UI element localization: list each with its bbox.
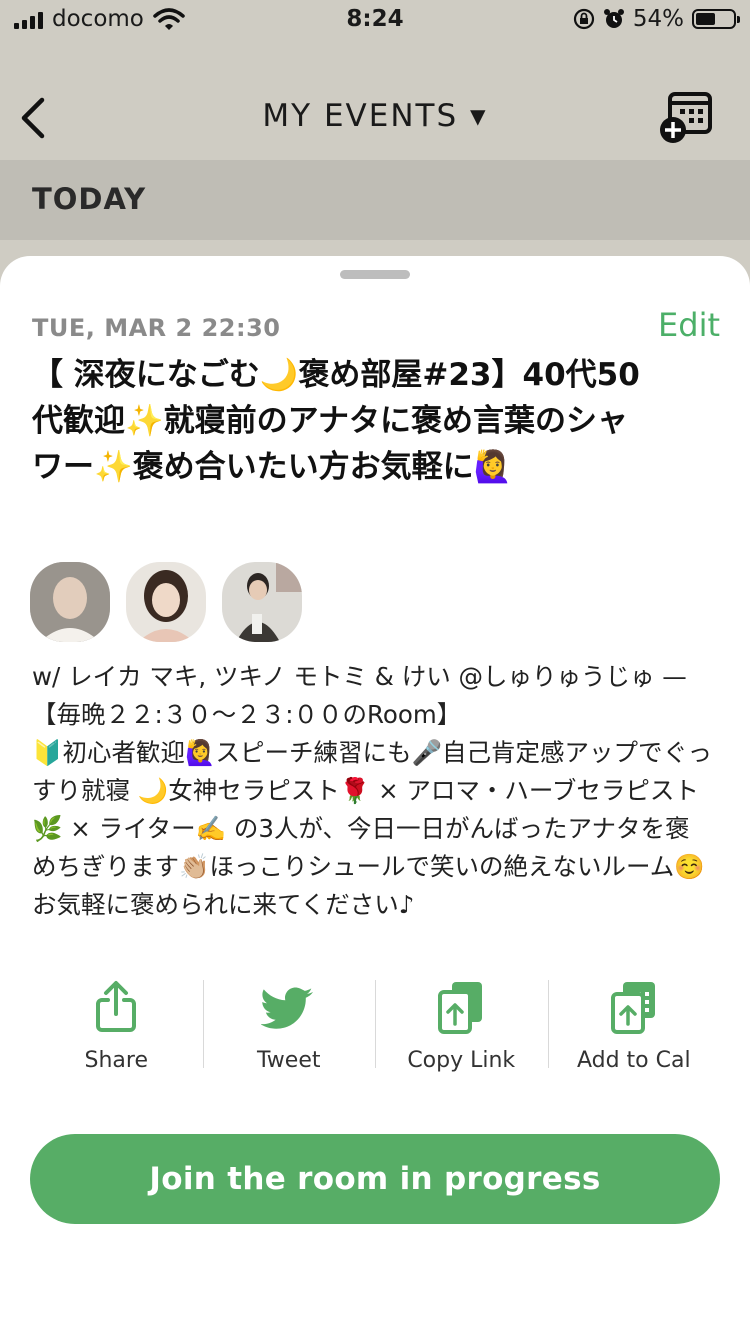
event-date: TUE, MAR 2 22:30 — [32, 314, 281, 342]
avatar[interactable] — [126, 562, 206, 642]
section-header-today: TODAY — [0, 160, 750, 240]
join-room-button[interactable]: Join the room in progress — [30, 1134, 720, 1224]
add-to-calendar-icon — [610, 982, 655, 1034]
copy-link-button[interactable]: Copy Link — [375, 978, 548, 1088]
tweet-button[interactable]: Tweet — [202, 978, 376, 1088]
add-to-cal-label: Add to Cal — [576, 1048, 691, 1073]
share-icon — [96, 981, 137, 1032]
avatar[interactable] — [30, 562, 110, 642]
host-avatars — [30, 562, 302, 642]
twitter-icon — [260, 987, 313, 1029]
share-button[interactable]: Share — [30, 978, 203, 1088]
share-actions-row: Share Tweet Copy Link Add to Cal — [30, 978, 720, 1088]
status-bar: docomo 8:24 54% — [0, 0, 750, 40]
alarm-icon — [603, 9, 624, 28]
copy-link-icon — [438, 982, 483, 1034]
battery-icon — [692, 9, 740, 29]
event-detail-sheet: TUE, MAR 2 22:30 Edit 【 深夜になごむ🌙褒め部屋#23】4… — [0, 256, 750, 1334]
events-menu-title[interactable]: MY EVENTS ▾ — [0, 98, 750, 134]
tweet-label: Tweet — [257, 1048, 321, 1073]
sheet-grabber[interactable] — [340, 270, 410, 279]
avatar[interactable] — [222, 562, 302, 642]
battery-percent: 54% — [632, 6, 684, 32]
share-label: Share — [84, 1048, 149, 1073]
section-label: TODAY — [32, 182, 147, 216]
add-to-cal-button[interactable]: Add to Cal — [547, 978, 721, 1088]
event-title: 【 深夜になごむ🌙褒め部屋#23】40代50代歓迎✨就寝前のアナタに褒め言葉のシ… — [32, 357, 640, 485]
rotation-lock-icon — [573, 8, 594, 30]
nav-bar: MY EVENTS ▾ — [0, 60, 750, 160]
copy-link-label: Copy Link — [407, 1048, 516, 1073]
event-description: w/ レイカ マキ, ツキノ モトミ & けい @しゅりゅうじゅ — 【毎晩２２… — [32, 662, 713, 919]
add-calendar-icon[interactable] — [658, 90, 714, 146]
edit-button[interactable]: Edit — [658, 306, 720, 344]
